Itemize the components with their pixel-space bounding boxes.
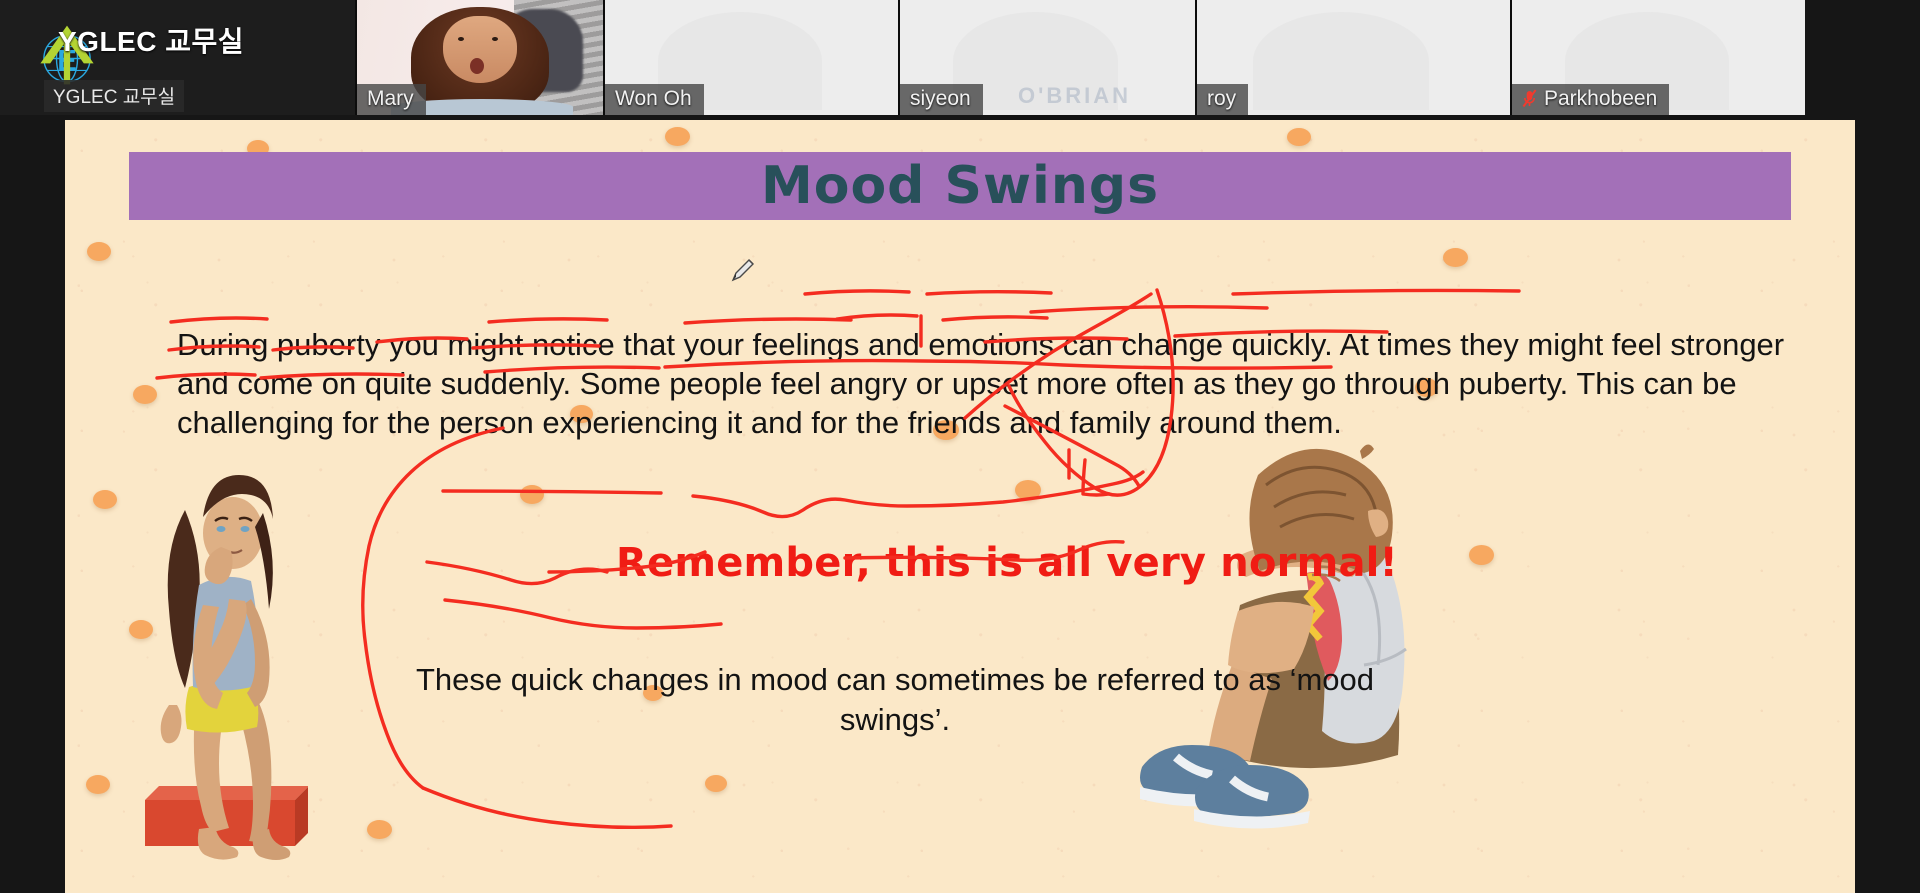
slide-callout-text: Remember, this is all very normal! xyxy=(615,540,1398,586)
decorative-dot xyxy=(1015,480,1041,500)
tile-watermark-text: O'BRIAN xyxy=(1018,83,1132,108)
sad-boy-illustration xyxy=(1140,444,1407,829)
slide-title-banner: Mood Swings xyxy=(129,152,1791,220)
decorative-dot xyxy=(133,385,157,404)
participant-name: Won Oh xyxy=(615,86,692,110)
participant-name-badge: Mary xyxy=(357,83,426,115)
decorative-dot xyxy=(93,490,117,509)
host-tile[interactable]: E YGLEC 교무실 YGLEC 교무실 xyxy=(0,0,355,115)
slide-sub-paragraph: These quick changes in mood can sometime… xyxy=(415,662,1375,737)
slide-title: Mood Swings xyxy=(760,156,1160,216)
host-name-badge: YGLEC 교무실 xyxy=(44,80,185,112)
zoom-meeting-window: E YGLEC 교무실 YGLEC 교무실 Mary Won Oh xyxy=(0,0,1920,893)
host-title: YGLEC 교무실 xyxy=(58,26,245,57)
slide-body-paragraph: During puberty you might notice that you… xyxy=(177,327,1785,440)
pen-annotation-layer xyxy=(155,288,1521,830)
decorative-dot xyxy=(705,775,727,792)
pen-cursor-icon xyxy=(731,259,754,282)
participant-tile-mary[interactable]: Mary xyxy=(355,0,603,115)
pensive-girl-illustration xyxy=(145,475,308,860)
decorative-dot xyxy=(1443,248,1468,267)
participant-tile-roy[interactable]: roy xyxy=(1195,0,1510,115)
decorative-dot xyxy=(665,127,690,146)
participant-filmstrip: E YGLEC 교무실 YGLEC 교무실 Mary Won Oh xyxy=(0,0,1920,115)
decorative-dot xyxy=(1287,128,1311,146)
participant-tile-won-oh[interactable]: Won Oh xyxy=(603,0,898,115)
decorative-dot xyxy=(86,775,110,794)
participant-name-badge: Parkhobeen xyxy=(1512,83,1670,115)
participant-name-badge: Won Oh xyxy=(605,83,704,115)
participant-name-badge: siyeon xyxy=(900,83,983,115)
decorative-dot xyxy=(87,242,111,261)
participant-name: Parkhobeen xyxy=(1544,86,1658,110)
participant-name-badge: roy xyxy=(1197,83,1249,115)
participant-name: roy xyxy=(1207,86,1237,110)
decorative-dot xyxy=(520,485,544,504)
participant-tile-siyeon[interactable]: O'BRIAN siyeon xyxy=(898,0,1195,115)
microphone-muted-icon xyxy=(1522,89,1537,108)
decorative-dot xyxy=(367,820,392,839)
shared-screen-slide[interactable]: Mood Swings During puberty you might not… xyxy=(65,120,1855,893)
participant-name: Mary xyxy=(367,86,414,110)
participant-tile-parkhobeen[interactable]: Parkhobeen xyxy=(1510,0,1805,115)
participant-name: siyeon xyxy=(910,86,971,110)
